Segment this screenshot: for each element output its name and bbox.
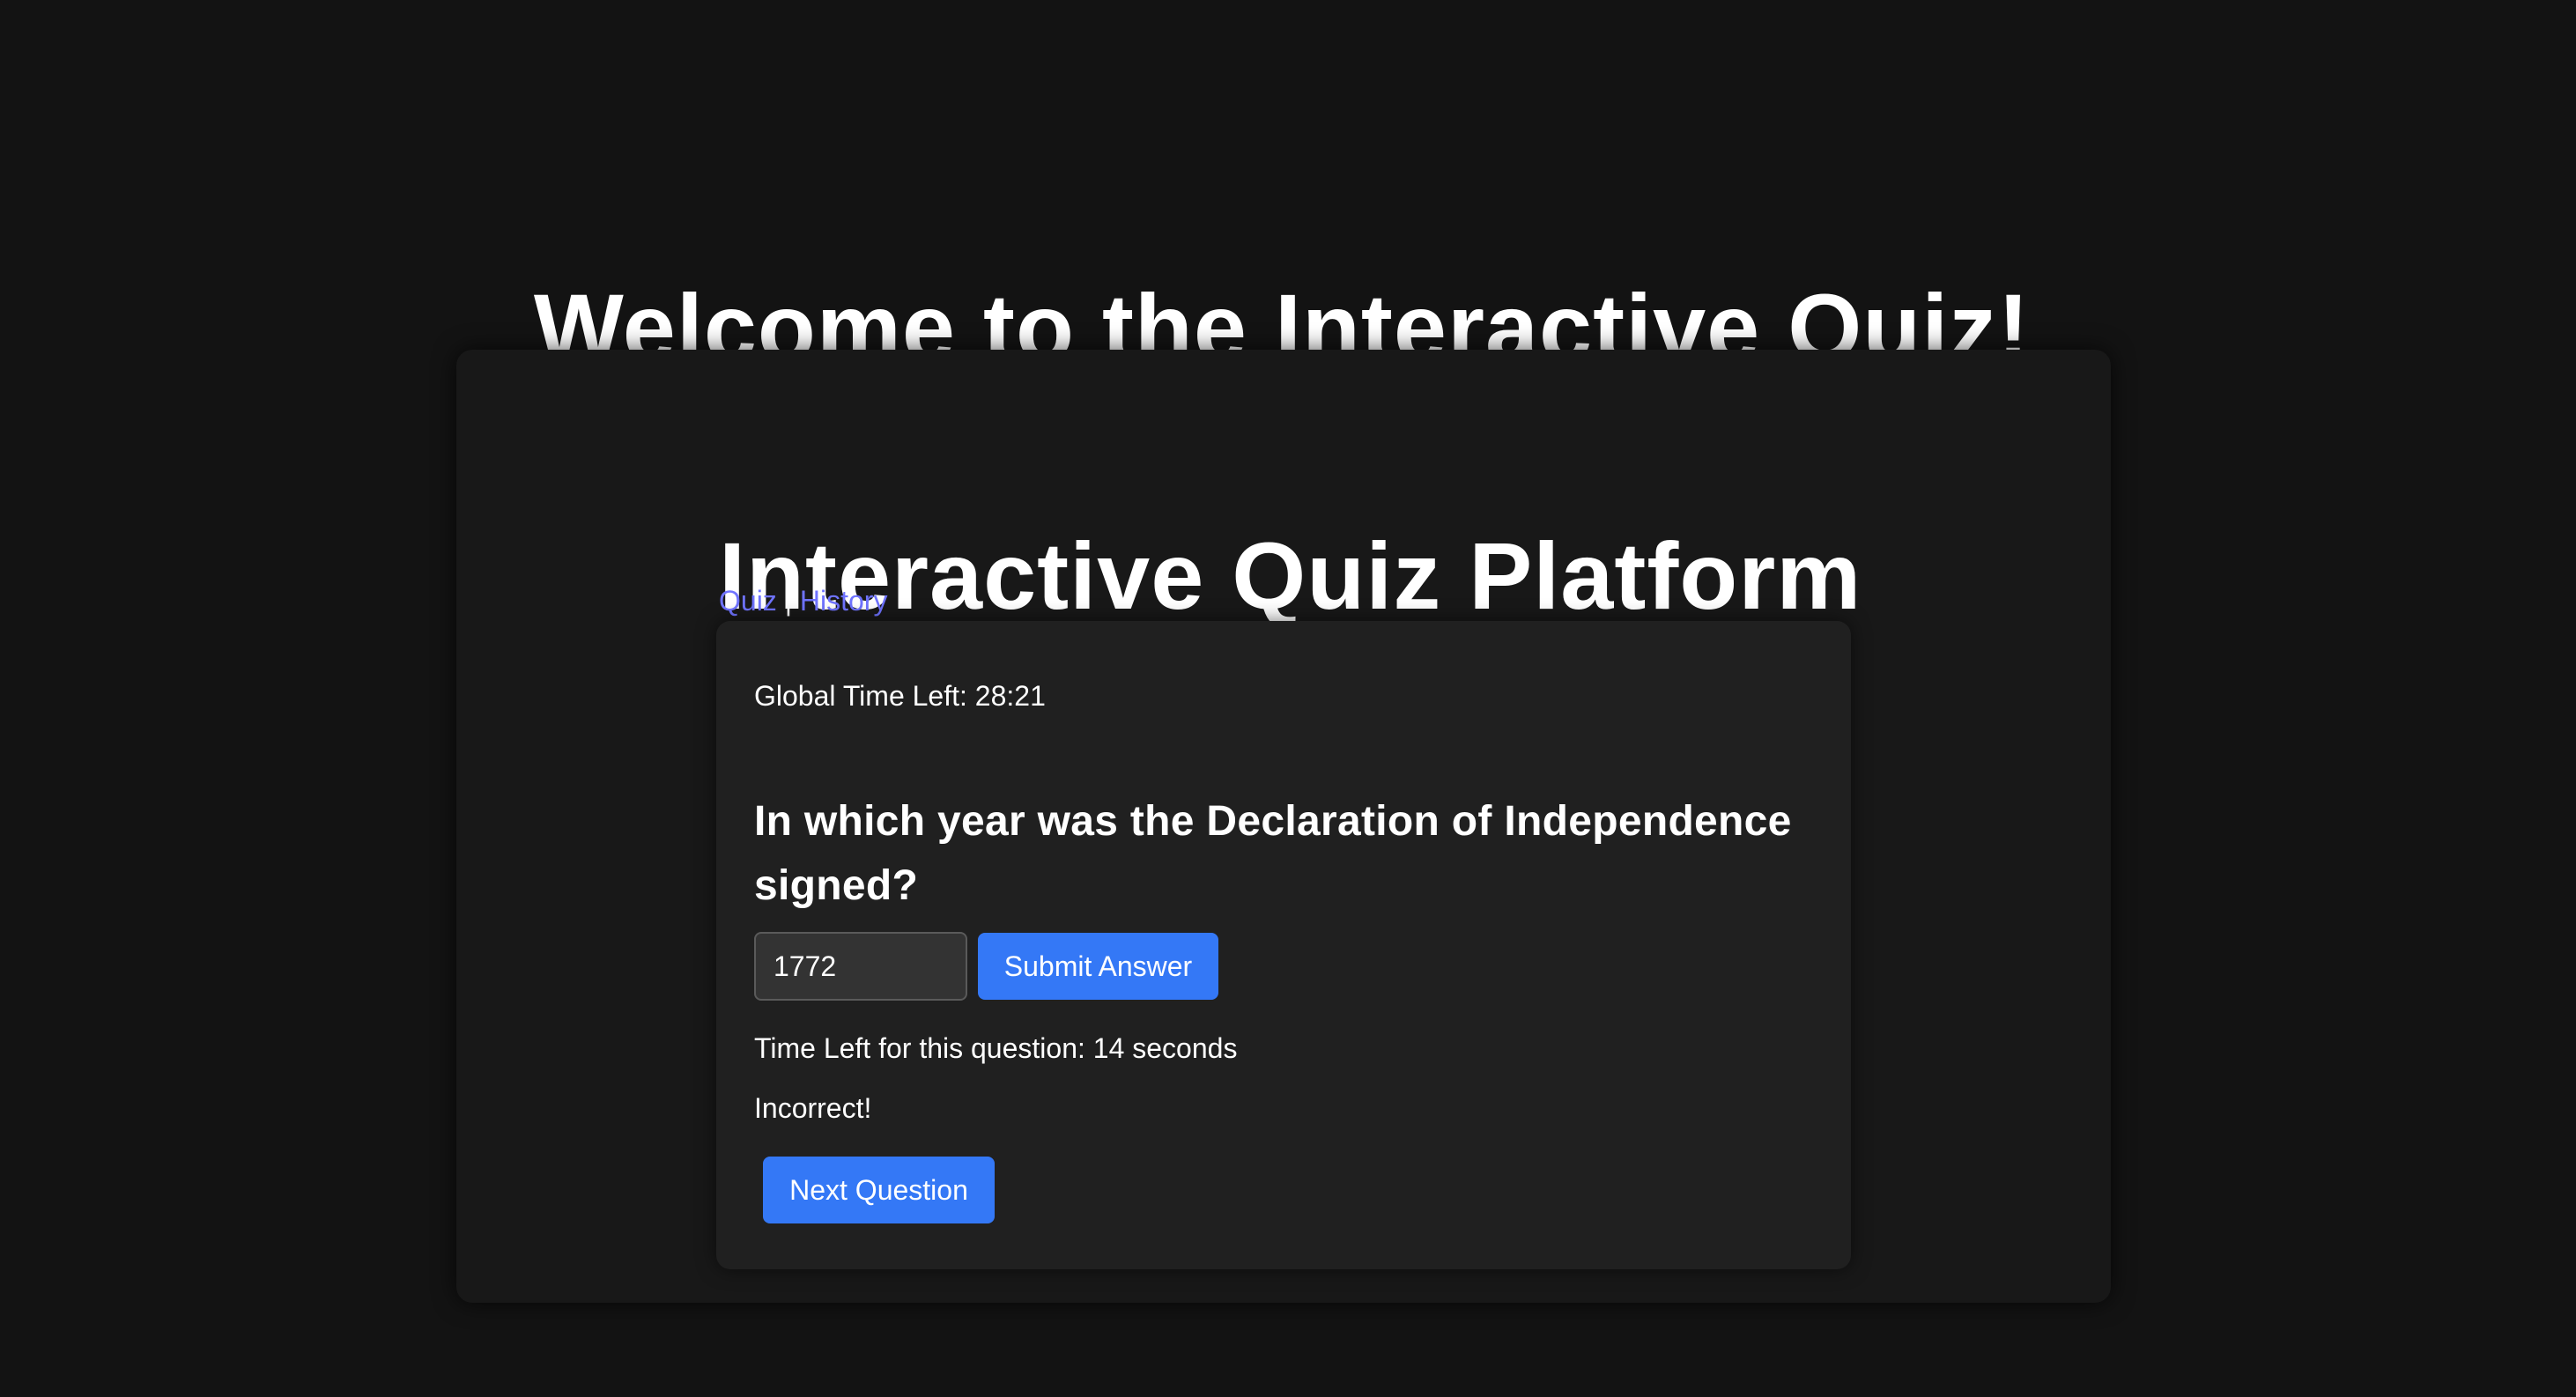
main-nav: Quiz | History bbox=[719, 581, 887, 620]
next-question-button[interactable]: Next Question bbox=[763, 1157, 995, 1223]
nav-link-history[interactable]: History bbox=[800, 585, 888, 617]
answer-input[interactable] bbox=[754, 932, 967, 1001]
nav-link-quiz[interactable]: Quiz bbox=[719, 585, 777, 617]
global-timer: Global Time Left: 28:21 bbox=[754, 680, 1046, 712]
question-text: In which year was the Declaration of Ind… bbox=[754, 798, 1792, 909]
app-title: Interactive Quiz Platform bbox=[719, 521, 1862, 629]
question-timer: Time Left for this question: 14 seconds bbox=[754, 1032, 1238, 1064]
answer-feedback: Incorrect! bbox=[754, 1092, 872, 1124]
nav-separator: | bbox=[784, 585, 792, 617]
submit-answer-button[interactable]: Submit Answer bbox=[978, 933, 1218, 1000]
